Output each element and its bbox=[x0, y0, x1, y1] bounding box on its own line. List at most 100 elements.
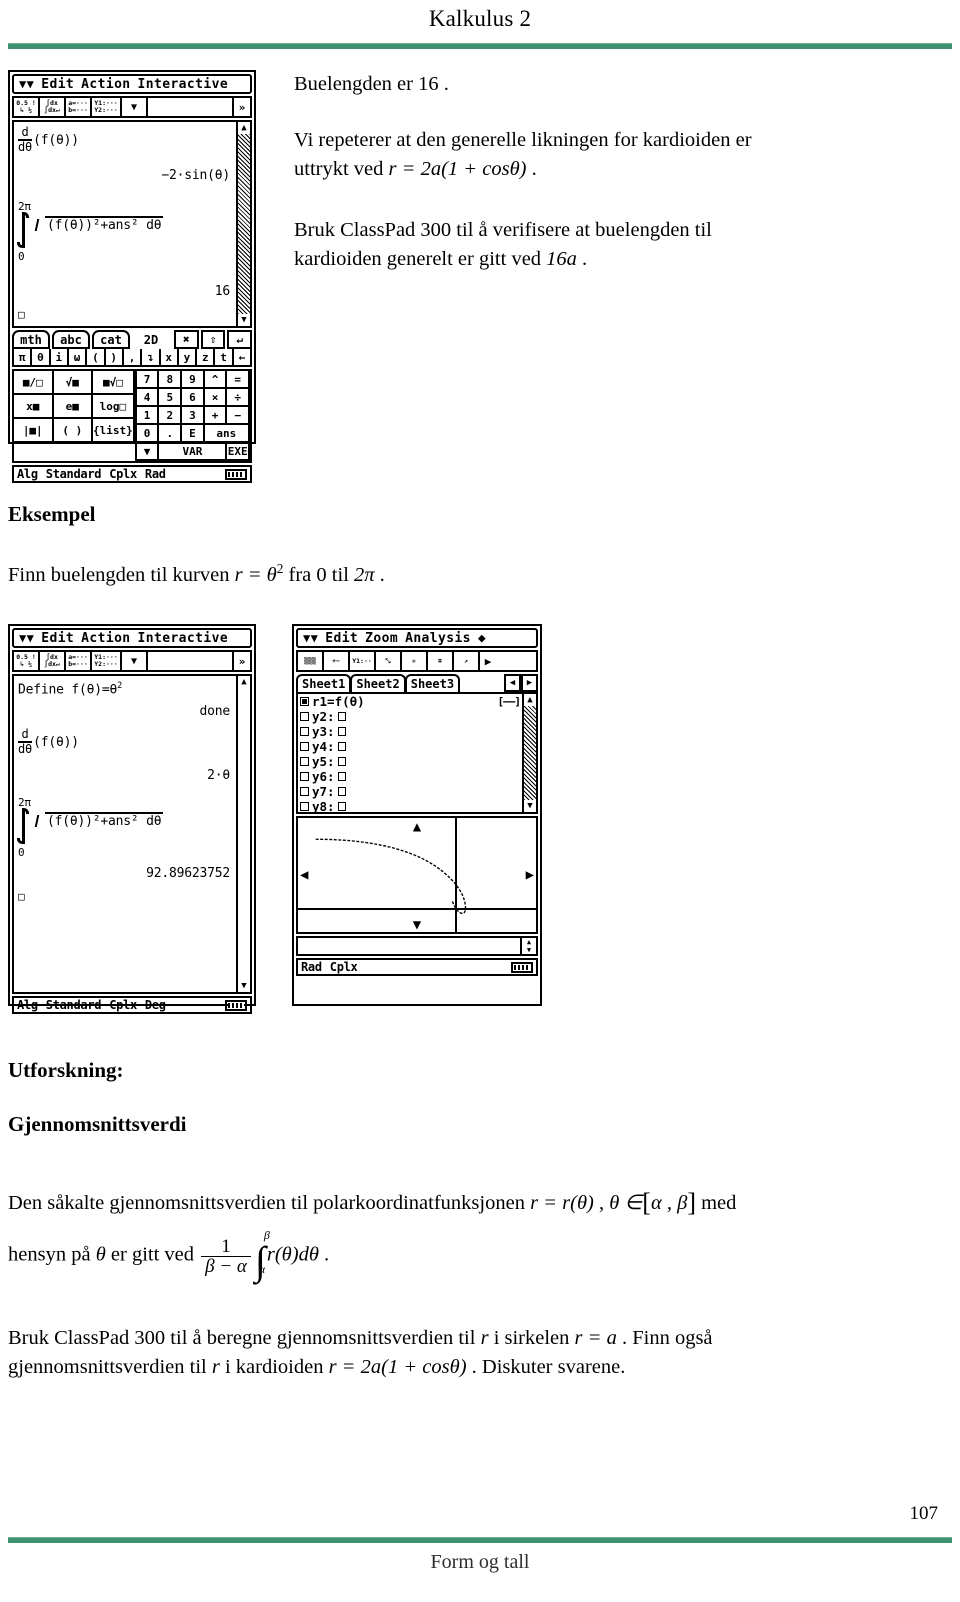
function-input-y8[interactable] bbox=[337, 802, 346, 811]
keyboard-function-pad[interactable]: ■/□ √■ ■√□ x■ e■ log□ |■| ( ) {list} bbox=[12, 369, 137, 463]
key-t[interactable]: t bbox=[215, 349, 234, 365]
exp-icon[interactable]: e■ bbox=[53, 395, 94, 419]
parens-icon[interactable]: ( ) bbox=[53, 419, 94, 443]
tab-2d[interactable]: 2D bbox=[132, 330, 170, 349]
menu-analysis[interactable]: Analysis bbox=[405, 631, 471, 646]
fraction-icon[interactable]: ■/□ bbox=[14, 371, 54, 395]
key-exe[interactable]: EXE bbox=[227, 443, 250, 461]
y1y2-icon[interactable]: Y1:·· bbox=[350, 652, 376, 670]
graph-entry-field[interactable] bbox=[296, 936, 522, 956]
keyboard-symbol-row[interactable]: π θ i ω ( ) , ↴ x y z t ← bbox=[12, 349, 252, 367]
menu-action[interactable]: Action bbox=[81, 77, 130, 92]
classpad-screen[interactable]: ▲ ▼ d dθ (f(θ)) −2·sin(θ) 2π 0 (f(θ))²+ans… bbox=[12, 120, 252, 328]
menu-edit[interactable]: Edit bbox=[325, 631, 358, 646]
function-y7[interactable]: y7: bbox=[298, 784, 536, 799]
function-input-y4[interactable] bbox=[337, 742, 346, 751]
decimal-fraction-toggle[interactable]: 0.5 ! ↳ ½ bbox=[14, 98, 40, 116]
scroll-thumb[interactable] bbox=[524, 706, 536, 800]
classpad-toolbar[interactable]: 0.5 ! ↳ ½ ∫dx ∫dx↵ a=··· b=··· Y1:··· Y2… bbox=[12, 650, 252, 672]
diamond-icon[interactable]: ◆ bbox=[478, 631, 486, 646]
classpad-menubar[interactable]: ▼▼ Edit Action Interactive bbox=[12, 74, 252, 94]
classpad-graph-menubar[interactable]: ▼▼ Edit Zoom Analysis ◆ bbox=[296, 628, 538, 648]
key-3[interactable]: 3 bbox=[182, 407, 205, 425]
abs-icon[interactable]: |■| bbox=[14, 419, 54, 443]
key-8[interactable]: 8 bbox=[159, 371, 183, 389]
scroll-down-icon[interactable]: ▼ bbox=[527, 800, 532, 812]
key-equals[interactable]: = bbox=[227, 371, 250, 389]
key-6[interactable]: 6 bbox=[182, 389, 205, 407]
list-icon[interactable]: {list} bbox=[93, 419, 135, 443]
key-divide[interactable]: ÷ bbox=[227, 389, 250, 407]
menu-interactive[interactable]: Interactive bbox=[138, 77, 229, 92]
key-7[interactable]: 7 bbox=[136, 371, 160, 389]
scroll-thumb[interactable] bbox=[238, 688, 250, 980]
key-z[interactable]: z bbox=[197, 349, 216, 365]
zoom-box-icon[interactable]: ⤡ bbox=[376, 652, 402, 670]
function-y4[interactable]: y4: bbox=[298, 739, 536, 754]
classpad-graph-toolbar[interactable]: ▒▒▒ +− Y1:·· ⤡ ✲ ⌗ ↗ ▶ bbox=[296, 650, 538, 672]
key-minus[interactable]: − bbox=[227, 407, 250, 425]
down-chevron-icon[interactable]: ▼▼ bbox=[19, 632, 34, 644]
graph-y1y2-button[interactable]: Y1:··· Y2:··· bbox=[92, 652, 122, 670]
key-multiply[interactable]: × bbox=[204, 389, 228, 407]
classpad-toolbar[interactable]: 0.5 ! ↳ ½ ∫dx ∫dx↵ a=··· b=··· Y1:··· Y2… bbox=[12, 96, 252, 118]
decimal-fraction-toggle[interactable]: 0.5 ! ↳ ½ bbox=[14, 652, 40, 670]
scroll-up-icon[interactable]: ▲ bbox=[527, 694, 532, 706]
menu-edit[interactable]: Edit bbox=[41, 631, 74, 646]
key-exponent[interactable]: E bbox=[182, 425, 205, 443]
function-y8[interactable]: y8: bbox=[298, 799, 536, 814]
keyboard-tabs[interactable]: mth abc cat 2D ✖ ⇧ ↵ bbox=[12, 330, 253, 349]
function-y3[interactable]: y3: bbox=[298, 724, 536, 739]
function-r1[interactable]: r1=f(θ) [——] bbox=[298, 694, 536, 709]
expand-icon[interactable]: » bbox=[234, 652, 250, 670]
checkbox-y6[interactable] bbox=[300, 772, 309, 781]
menu-edit[interactable]: Edit bbox=[41, 77, 74, 92]
log-icon[interactable]: log□ bbox=[93, 395, 135, 419]
dropdown-button[interactable]: ▼ bbox=[122, 652, 148, 670]
function-list[interactable]: ▲ ▼ r1=f(θ) [——] y2: y3: y4: y5: y6: y7:… bbox=[296, 692, 538, 814]
key-paren-close[interactable]: ) bbox=[106, 349, 124, 365]
nth-root-icon[interactable]: ■√□ bbox=[93, 371, 135, 395]
variable-ab-button[interactable]: a=··· b=··· bbox=[66, 652, 92, 670]
tab-sheet2[interactable]: Sheet2 bbox=[350, 674, 406, 692]
classpad-soft-keyboard[interactable]: mth abc cat 2D ✖ ⇧ ↵ π θ i ω ( ) , ↴ x y bbox=[12, 330, 253, 463]
key-pi[interactable]: π bbox=[14, 349, 33, 365]
function-input-y2[interactable] bbox=[337, 712, 346, 721]
checkbox-r1[interactable] bbox=[300, 697, 309, 706]
graph-draw-icon[interactable]: ↗ bbox=[454, 652, 480, 670]
scroll-down-icon[interactable]: ▼ bbox=[241, 980, 246, 992]
line-style-indicator[interactable]: [——] bbox=[498, 695, 521, 708]
screen-scrollbar[interactable]: ▲ ▼ bbox=[236, 676, 250, 992]
checkbox-y3[interactable] bbox=[300, 727, 309, 736]
sheet-prev-icon[interactable]: ◀ bbox=[504, 674, 521, 692]
menu-interactive[interactable]: Interactive bbox=[138, 631, 229, 646]
key-1[interactable]: 1 bbox=[136, 407, 160, 425]
key-x[interactable]: x bbox=[161, 349, 179, 365]
key-decimal[interactable]: . bbox=[159, 425, 183, 443]
checkbox-y2[interactable] bbox=[300, 712, 309, 721]
menu-action[interactable]: Action bbox=[81, 631, 130, 646]
sqrt-icon[interactable]: √■ bbox=[53, 371, 94, 395]
scroll-down-icon[interactable]: ▼ bbox=[241, 314, 246, 326]
scroll-up-icon[interactable]: ▲ bbox=[241, 122, 246, 134]
table-settings-icon[interactable]: +− bbox=[324, 652, 350, 670]
keyboard-scroll-icon[interactable]: ▼ bbox=[136, 443, 160, 461]
down-chevron-icon[interactable]: ▼▼ bbox=[19, 78, 34, 90]
polar-curve-plot[interactable]: ▲ ▼ ◀ ▶ bbox=[296, 816, 538, 934]
keyboard-body[interactable]: ■/□ √■ ■√□ x■ e■ log□ |■| ( ) {list} 7 8… bbox=[12, 369, 252, 463]
function-list-scrollbar[interactable]: ▲ ▼ bbox=[522, 694, 536, 812]
function-input-y7[interactable] bbox=[337, 787, 346, 796]
scroll-thumb[interactable] bbox=[238, 134, 250, 314]
scroll-up-icon[interactable]: ▲ bbox=[241, 676, 246, 688]
right-arrow-icon[interactable]: ▶ bbox=[526, 868, 534, 882]
derivative-integral-button[interactable]: ∫dx ∫dx↵ bbox=[40, 98, 66, 116]
tab-mth[interactable]: mth bbox=[12, 330, 50, 349]
checkbox-y4[interactable] bbox=[300, 742, 309, 751]
sheet-tabs[interactable]: Sheet1 Sheet2 Sheet3 ◀ ▶ bbox=[296, 674, 538, 692]
classpad-define-window[interactable]: ▼▼ Edit Action Interactive 0.5 ! ↳ ½ ∫dx… bbox=[8, 624, 256, 1014]
key-0[interactable]: 0 bbox=[136, 425, 160, 443]
tab-sheet3[interactable]: Sheet3 bbox=[404, 674, 461, 692]
checkbox-y5[interactable] bbox=[300, 757, 309, 766]
function-input-y5[interactable] bbox=[337, 757, 346, 766]
classpad-screen[interactable]: ▲ ▼ Define f(θ)=θ2 done d dθ (f(θ)) 2·θ 2π… bbox=[12, 674, 252, 994]
